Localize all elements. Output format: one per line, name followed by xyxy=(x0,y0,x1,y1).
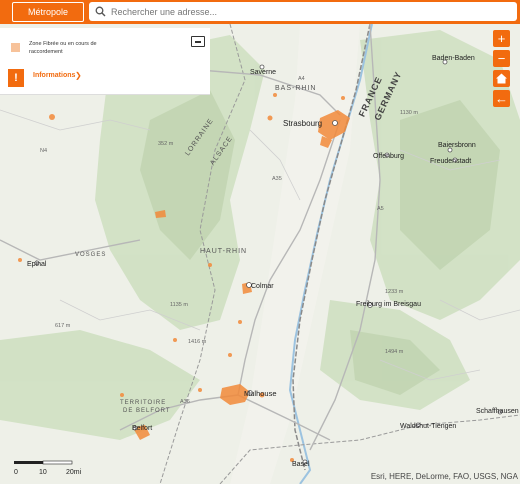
label-vosges: VOSGES xyxy=(75,252,106,258)
back-button[interactable]: ← xyxy=(493,90,510,107)
scale-label-0: 0 xyxy=(14,469,18,476)
fiber-zone-swatch xyxy=(11,43,20,52)
elev-2: 1130 m xyxy=(400,110,418,116)
label-waldshut: Waldshut-Tiengen xyxy=(400,423,456,430)
minus-icon xyxy=(195,41,201,43)
label-colmar: Colmar xyxy=(251,283,274,290)
label-freiburg: Freiburg im Breisgau xyxy=(356,301,421,308)
search-input[interactable] xyxy=(109,4,513,20)
chevron-down-icon[interactable]: ❯ xyxy=(75,71,82,80)
road-a5: A5 xyxy=(377,206,384,212)
search-box[interactable] xyxy=(89,2,517,21)
attribution: Esri, HERE, DeLorme, FAO, USGS, NGA xyxy=(370,472,518,481)
elev-3: 1233 m xyxy=(385,289,404,295)
road-a36: A36 xyxy=(180,399,190,405)
top-bar: Métropole xyxy=(0,0,520,24)
fiber-zone-label: Zone Fibrée ou en cours de raccordement xyxy=(29,41,97,55)
legend-panel: Zone Fibrée ou en cours de raccordement … xyxy=(0,28,210,95)
elev-1: 352 m xyxy=(158,141,174,147)
elev-5: 1416 m xyxy=(188,339,207,345)
zoom-out-button[interactable]: − xyxy=(493,50,510,67)
metropole-button[interactable]: Métropole xyxy=(12,2,84,22)
label-schaffhausen: Schaffhausen xyxy=(476,408,519,415)
label-territoire: TERRITOIRE xyxy=(120,400,166,406)
label-bas-rhin: BAS-RHIN xyxy=(275,85,316,92)
elev-7: 617 m xyxy=(55,323,71,329)
elev-6: 1135 m xyxy=(170,302,188,308)
label-basel: Basel xyxy=(292,461,310,468)
info-icon[interactable]: ! xyxy=(8,69,24,87)
informations-toggle[interactable]: Informations xyxy=(33,72,75,79)
road-n4: N4 xyxy=(40,148,47,154)
label-baden-baden: Baden-Baden xyxy=(432,55,475,62)
elev-4: 1494 m xyxy=(385,349,404,355)
label-strasbourg: Strasbourg xyxy=(283,119,322,128)
scale-bar xyxy=(14,460,73,465)
scale-label-20: 20mi xyxy=(66,469,82,476)
label-baiersbronn: Baiersbronn xyxy=(438,142,476,149)
label-offenburg: Offenburg xyxy=(373,153,404,160)
home-button[interactable] xyxy=(493,70,510,87)
collapse-legend-button[interactable] xyxy=(191,36,205,47)
label-mulhouse: Mulhouse xyxy=(244,389,277,398)
road-a35: A35 xyxy=(272,176,282,182)
road-a4: A4 xyxy=(298,76,305,82)
label-belfort: Belfort xyxy=(132,425,152,432)
search-icon xyxy=(95,6,106,17)
scale-label-10: 10 xyxy=(39,469,47,476)
label-de-belfort: DE BELFORT xyxy=(123,408,171,414)
label-haut-rhin: HAUT-RHIN xyxy=(200,248,247,255)
label-epinal: Epinal xyxy=(27,261,47,268)
label-saverne: Saverne xyxy=(250,69,276,76)
zoom-in-button[interactable]: + xyxy=(493,30,510,47)
label-freudenstadt: Freudenstadt xyxy=(430,158,471,165)
home-icon xyxy=(496,73,507,84)
